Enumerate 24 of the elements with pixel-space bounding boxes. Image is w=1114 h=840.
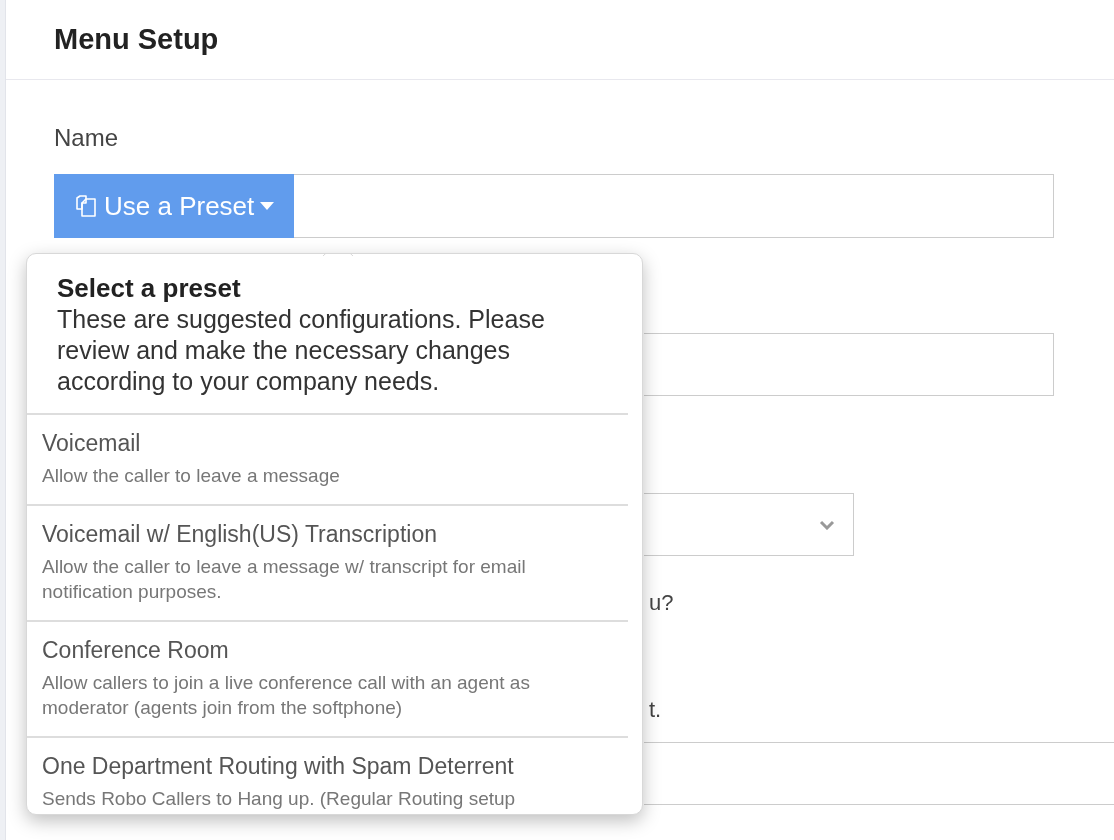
name-input[interactable] (294, 174, 1054, 238)
preset-title: Conference Room (42, 636, 230, 664)
preset-item[interactable]: Conference Room Allow callers to join a live conference call with an agent as moderator (agents join from the softphone) (27, 622, 628, 738)
preset-item[interactable]: Voicemail w/ English(US) Transcription Allow the caller to leave a message w/ transcript for email notification purposes. (27, 506, 628, 622)
copy-icon (74, 194, 98, 218)
text-input[interactable] (644, 333, 1054, 396)
help-text: u? (649, 589, 674, 617)
preset-title: Voicemail w/ English(US) Transcription (42, 520, 438, 548)
page-title: Menu Setup (54, 21, 219, 57)
preset-item[interactable]: Voicemail Allow the caller to leave a message (27, 415, 628, 506)
caret-icon (260, 202, 275, 210)
popover-description: These are suggested configurations. Please review and make the necessary changes according to your company needs. (57, 304, 546, 397)
preset-title: One Department Routing with Spam Deterrent (42, 752, 515, 780)
preset-description: Allow the caller to leave a message w/ transcript for email notification purposes. (42, 555, 527, 604)
field-label: Name (54, 123, 119, 153)
preset-description: Allow the caller to leave a message (42, 464, 341, 488)
preset-description: Sends Robo Callers to Hang up. (Regular Routing setup (42, 787, 517, 811)
chevron-down-icon (819, 519, 835, 530)
popover-title: Select a preset (57, 272, 242, 304)
preset-description: Allow callers to join a live conference call with an agent as moderator (agents join from the softphone) (42, 671, 531, 720)
help-text: t. (649, 696, 662, 724)
dropdown-select[interactable] (644, 493, 854, 556)
preset-title: Voicemail (42, 429, 142, 457)
preset-item[interactable]: One Department Routing with Spam Deterrent Sends Robo Callers to Hang up. (Regular Routing setup (27, 738, 628, 814)
